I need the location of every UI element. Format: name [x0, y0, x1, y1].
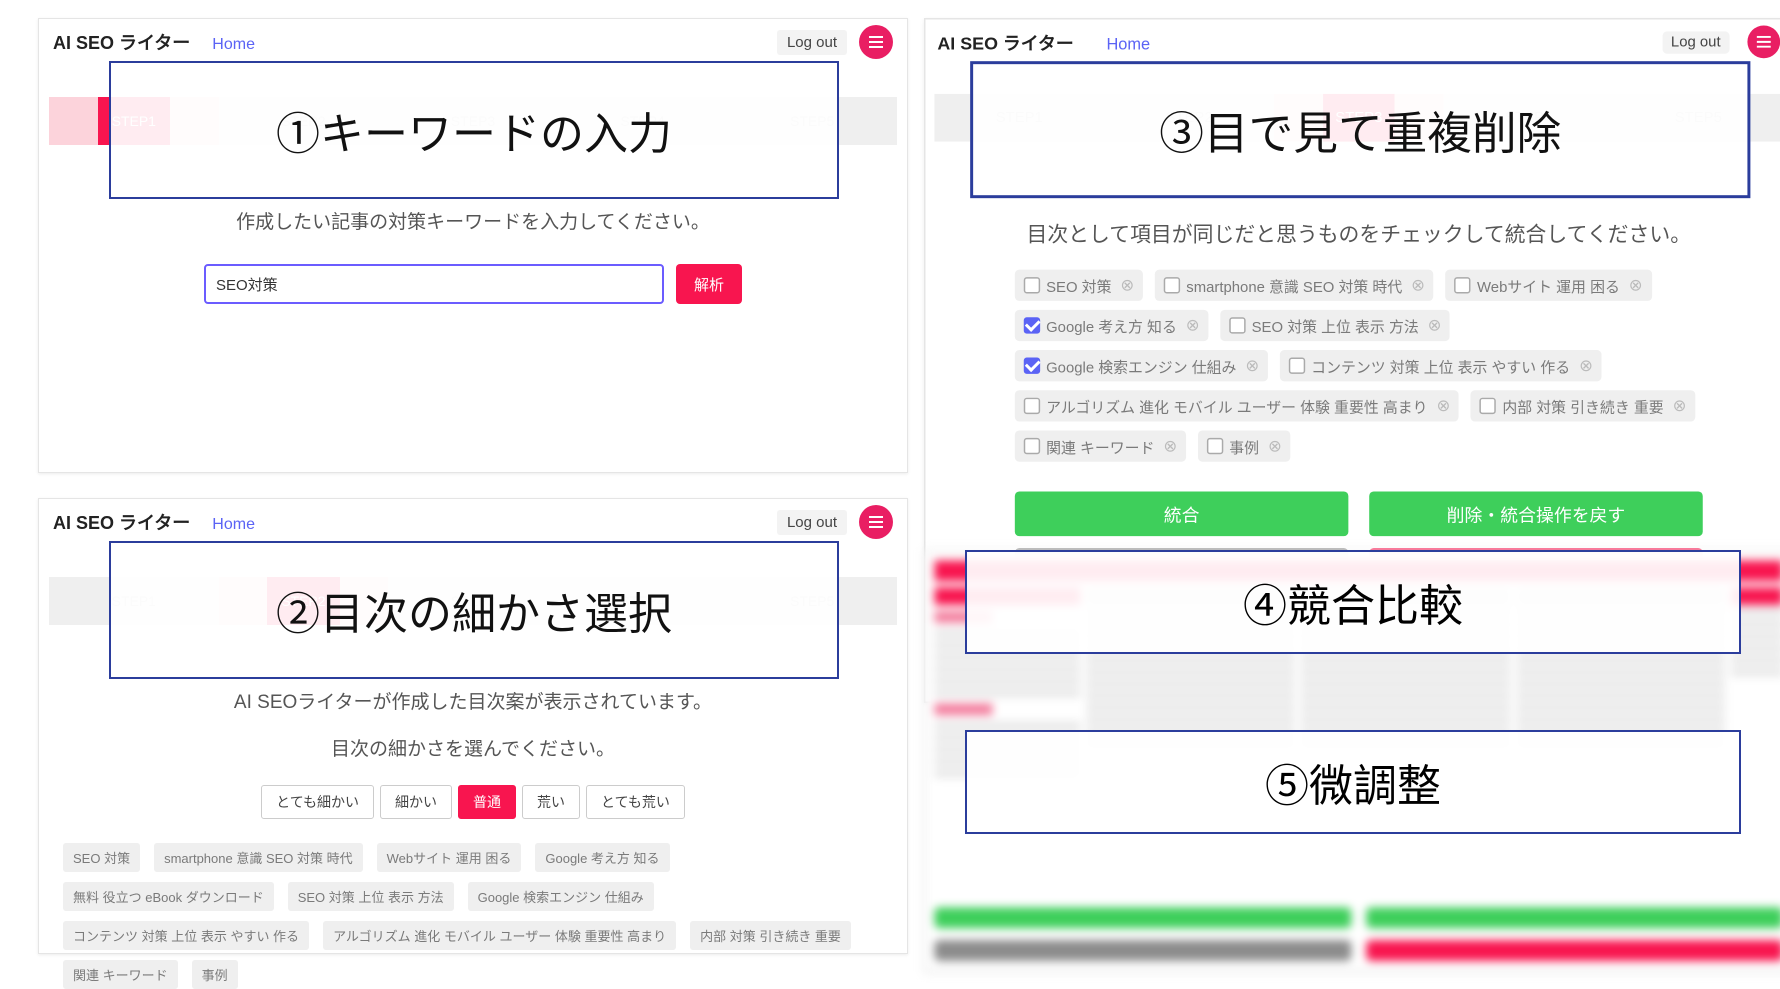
logout-button[interactable]: Log out	[1662, 31, 1730, 53]
nav-home-link[interactable]: Home	[1106, 35, 1150, 53]
checkbox-icon	[1207, 438, 1223, 454]
nav-home-link[interactable]: Home	[212, 36, 255, 54]
merge-chip-label: 事例	[1229, 435, 1259, 457]
checkbox-icon	[1289, 357, 1305, 373]
remove-chip-icon[interactable]: ⊗	[1411, 276, 1425, 295]
remove-chip-icon[interactable]: ⊗	[1186, 316, 1200, 335]
remove-chip-icon[interactable]: ⊗	[1436, 396, 1450, 415]
checkbox-icon	[1024, 277, 1040, 293]
checkbox-icon	[1024, 317, 1040, 333]
merge-chip[interactable]: smartphone 意識 SEO 対策 時代 ⊗	[1155, 270, 1434, 301]
granularity-option[interactable]: 普通	[458, 785, 516, 819]
merge-chip-label: SEO 対策 上位 表示 方法	[1252, 314, 1419, 336]
merge-chip-label: Google 考え方 知る	[1046, 314, 1177, 336]
header-left: AI SEO ライター Home	[53, 29, 255, 55]
merge-button[interactable]: 統合	[1015, 492, 1349, 537]
toc-chip[interactable]: 関連 キーワード	[63, 960, 178, 989]
app-header: AI SEO ライター Home Log out	[39, 499, 907, 543]
checkbox-icon	[1455, 277, 1471, 293]
merge-chip[interactable]: Webサイト 運用 困る ⊗	[1446, 270, 1652, 301]
merge-chip[interactable]: 関連 キーワード ⊗	[1015, 430, 1186, 461]
remove-chip-icon[interactable]: ⊗	[1428, 316, 1442, 335]
app-header: AI SEO ライター Home Log out	[925, 19, 1780, 61]
toc-chip[interactable]: コンテンツ 対策 上位 表示 やすい 作る	[63, 921, 309, 950]
logout-button[interactable]: Log out	[777, 30, 847, 55]
toc-chip[interactable]: Webサイト 運用 困る	[377, 843, 522, 872]
menu-icon[interactable]	[859, 25, 893, 59]
overlay-title-4: ④競合比較	[965, 550, 1741, 654]
merge-chip[interactable]: Google 検索エンジン 仕組み ⊗	[1015, 350, 1268, 381]
toc-chip[interactable]: Google 考え方 知る	[535, 843, 669, 872]
checkbox-icon	[1024, 398, 1040, 414]
menu-icon[interactable]	[859, 505, 893, 539]
toc-chip[interactable]: smartphone 意識 SEO 対策 時代	[154, 843, 363, 872]
checkbox-icon	[1024, 438, 1040, 454]
granularity-option[interactable]: 細かい	[380, 785, 452, 819]
step1-instruction: 作成したい記事の対策キーワードを入力してください。	[39, 207, 907, 234]
checkbox-icon	[1480, 398, 1496, 414]
overlay-title-3: ③目で見て重複削除	[970, 61, 1750, 198]
toc-chip[interactable]: アルゴリズム 進化 モバイル ユーザー 体験 重要性 高まり	[323, 921, 676, 950]
granularity-option[interactable]: 荒い	[522, 785, 580, 819]
header-right: Log out	[777, 25, 893, 59]
merge-chip-label: アルゴリズム 進化 モバイル ユーザー 体験 重要性 高まり	[1046, 395, 1427, 417]
merge-chips: SEO 対策⊗smartphone 意識 SEO 対策 時代⊗Webサイト 運用…	[925, 249, 1780, 462]
keyword-input[interactable]	[204, 264, 664, 304]
step3-instruction: 目次として項目が同じだと思うものをチェックして統合してください。	[925, 219, 1780, 249]
toc-chips: SEO 対策 smartphone 意識 SEO 対策 時代 Webサイト 運用 困…	[39, 819, 907, 989]
granularity-option[interactable]: とても荒い	[586, 785, 685, 819]
merge-chip-label: smartphone 意識 SEO 対策 時代	[1186, 274, 1402, 296]
toc-chip[interactable]: 事例	[192, 960, 238, 989]
merge-chip[interactable]: SEO 対策 上位 表示 方法 ⊗	[1220, 310, 1450, 341]
merge-chip-label: 内部 対策 引き続き 重要	[1502, 395, 1663, 417]
brand-logo: AI SEO ライター	[53, 509, 190, 535]
merge-chip[interactable]: Google 考え方 知る ⊗	[1015, 310, 1209, 341]
remove-chip-icon[interactable]: ⊗	[1245, 356, 1259, 375]
overlay-title-2: ②目次の細かさ選択	[109, 541, 839, 679]
merge-chip-label: SEO 対策	[1046, 274, 1111, 296]
toc-chip[interactable]: Google 検索エンジン 仕組み	[468, 882, 654, 911]
panel-step2: AI SEO ライター Home Log out STEP1 STEP2 STE…	[38, 498, 908, 954]
remove-chip-icon[interactable]: ⊗	[1673, 396, 1687, 415]
nav-home-link[interactable]: Home	[212, 516, 255, 534]
step2-instruction-2: 目次の細かさを選んでください。	[39, 734, 907, 761]
merge-chip-label: 関連 キーワード	[1046, 435, 1154, 457]
remove-chip-icon[interactable]: ⊗	[1163, 436, 1177, 455]
keyword-input-row: 解析	[39, 264, 907, 304]
overlay-title-5: ⑤微調整	[965, 730, 1741, 834]
merge-chip[interactable]: SEO 対策 ⊗	[1015, 270, 1143, 301]
brand-logo: AI SEO ライター	[937, 29, 1073, 54]
granularity-option[interactable]: とても細かい	[261, 785, 374, 819]
merge-chip-label: Webサイト 運用 困る	[1477, 274, 1620, 296]
merge-chip-label: コンテンツ 対策 上位 表示 やすい 作る	[1311, 355, 1570, 377]
granularity-selector: とても細かい細かい普通荒いとても荒い	[39, 785, 907, 819]
merge-chip-label: Google 検索エンジン 仕組み	[1046, 355, 1236, 377]
menu-icon[interactable]	[1747, 25, 1780, 58]
toc-chip[interactable]: 内部 対策 引き続き 重要	[690, 921, 851, 950]
logout-button[interactable]: Log out	[777, 510, 847, 535]
remove-chip-icon[interactable]: ⊗	[1120, 276, 1134, 295]
checkbox-icon	[1164, 277, 1180, 293]
analyze-button[interactable]: 解析	[676, 264, 742, 304]
undo-merge-button[interactable]: 削除・統合操作を戻す	[1369, 492, 1703, 537]
toc-chip[interactable]: SEO 対策	[63, 843, 140, 872]
merge-chip[interactable]: アルゴリズム 進化 モバイル ユーザー 体験 重要性 高まり ⊗	[1015, 390, 1459, 421]
toc-chip[interactable]: SEO 対策 上位 表示 方法	[288, 882, 454, 911]
overlay-title-1: ①キーワードの入力	[109, 61, 839, 199]
checkbox-icon	[1229, 317, 1245, 333]
toc-chip[interactable]: 無料 役立つ eBook ダウンロード	[63, 882, 274, 911]
merge-chip[interactable]: コンテンツ 対策 上位 表示 やすい 作る ⊗	[1280, 350, 1602, 381]
remove-chip-icon[interactable]: ⊗	[1579, 356, 1593, 375]
brand-logo: AI SEO ライター	[53, 29, 190, 55]
step2-instruction-1: AI SEOライターが作成した目次案が表示されています。	[39, 687, 907, 714]
merge-chip[interactable]: 内部 対策 引き続き 重要 ⊗	[1471, 390, 1695, 421]
app-header: AI SEO ライター Home Log out	[39, 19, 907, 63]
remove-chip-icon[interactable]: ⊗	[1629, 276, 1643, 295]
checkbox-icon	[1024, 357, 1040, 373]
remove-chip-icon[interactable]: ⊗	[1268, 436, 1282, 455]
merge-chip[interactable]: 事例 ⊗	[1198, 430, 1291, 461]
panel-step1: AI SEO ライター Home Log out STEP1 STEP2 STE…	[38, 18, 908, 473]
